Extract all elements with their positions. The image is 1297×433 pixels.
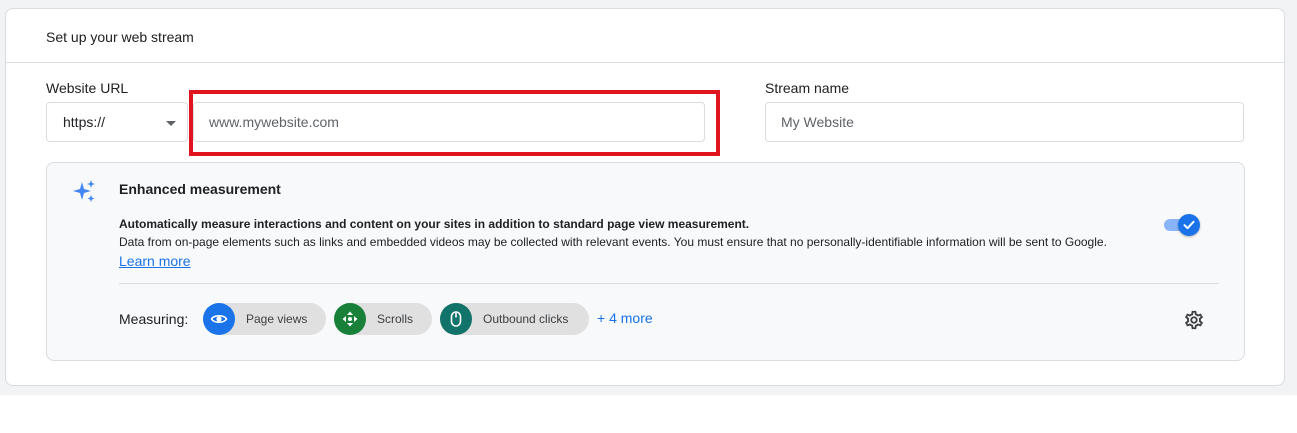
learn-more-link[interactable]: Learn more (119, 253, 191, 269)
chip-page-views[interactable]: Page views (203, 303, 326, 335)
sparkle-icon (73, 180, 95, 202)
web-stream-setup-card: Set up your web stream Website URL https… (5, 8, 1285, 386)
toggle-thumb (1178, 214, 1200, 236)
enhanced-measurement-note: Data from on-page elements such as links… (119, 235, 1107, 249)
measuring-label: Measuring: (119, 311, 189, 327)
chip-scrolls[interactable]: Scrolls (334, 303, 432, 335)
scroll-arrows-icon (342, 311, 358, 327)
protocol-select[interactable]: https:// (46, 102, 188, 142)
enhanced-measurement-panel: Enhanced measurement Automatically measu… (46, 162, 1245, 361)
chip-icon-circle (203, 303, 235, 335)
enhanced-measurement-title: Enhanced measurement (119, 181, 281, 197)
mouse-icon (450, 311, 462, 327)
chip-icon-circle (334, 303, 366, 335)
chip-label: Page views (246, 312, 308, 326)
enhanced-measurement-description: Automatically measure interactions and c… (119, 217, 750, 231)
check-icon (1183, 220, 1195, 230)
website-url-label: Website URL (46, 80, 129, 96)
eye-icon (210, 315, 228, 323)
chip-icon-circle (440, 303, 472, 335)
card-title: Set up your web stream (46, 29, 194, 45)
caret-down-icon (166, 121, 176, 126)
more-measurements-link[interactable]: + 4 more (597, 310, 653, 326)
section-divider (119, 283, 1219, 284)
website-url-input[interactable] (193, 102, 705, 142)
enhanced-measurement-toggle[interactable] (1162, 213, 1202, 237)
card-header: Set up your web stream (6, 9, 1284, 63)
chip-label: Outbound clicks (483, 312, 569, 326)
stream-name-input[interactable] (765, 102, 1244, 142)
stream-name-label: Stream name (765, 80, 850, 96)
chip-label: Scrolls (377, 312, 414, 326)
chip-outbound-clicks[interactable]: Outbound clicks (440, 303, 589, 335)
protocol-value: https:// (63, 114, 106, 130)
gear-icon[interactable] (1183, 309, 1205, 331)
